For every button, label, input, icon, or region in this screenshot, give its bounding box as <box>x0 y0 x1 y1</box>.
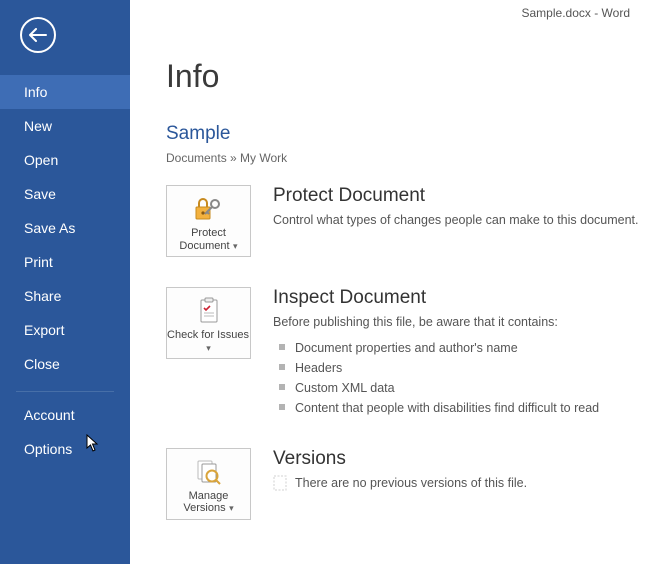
section-body: Versions There are no previous versions … <box>273 448 650 491</box>
section-title: Versions <box>273 448 640 470</box>
nav-item-share[interactable]: Share <box>0 279 130 313</box>
section-desc: Control what types of changes people can… <box>273 212 640 230</box>
main: Sample.docx - Word Info Sample Documents… <box>130 0 650 564</box>
nav-label: New <box>24 118 52 134</box>
breadcrumb: Documents » My Work <box>166 151 650 165</box>
back-button[interactable] <box>20 17 56 53</box>
nav-label: Close <box>24 356 60 372</box>
page-title: Info <box>166 58 650 95</box>
issue-item: Custom XML data <box>273 378 640 398</box>
nav-label: Save As <box>24 220 75 236</box>
cursor-icon <box>86 434 100 455</box>
lock-key-icon <box>194 194 224 224</box>
section-body: Protect Document Control what types of c… <box>273 185 650 230</box>
section-versions: Manage Versions ▾ Versions There are no … <box>166 448 650 520</box>
content: Info Sample Documents » My Work <box>130 0 650 520</box>
nav-item-open[interactable]: Open <box>0 143 130 177</box>
section-inspect: Check for Issues ▾ Inspect Document Befo… <box>166 287 650 418</box>
nav-label: Print <box>24 254 53 270</box>
document-ghost-icon <box>273 475 287 491</box>
nav-item-export[interactable]: Export <box>0 313 130 347</box>
manage-versions-button[interactable]: Manage Versions ▾ <box>166 448 251 520</box>
tile-label: Protect Document ▾ <box>167 227 250 251</box>
issue-item: Headers <box>273 358 640 378</box>
nav: Info New Open Save Save As Print Share E… <box>0 75 130 466</box>
versions-row: There are no previous versions of this f… <box>273 475 640 491</box>
nav-item-new[interactable]: New <box>0 109 130 143</box>
nav-item-save-as[interactable]: Save As <box>0 211 130 245</box>
versions-text: There are no previous versions of this f… <box>295 476 527 490</box>
app-root: Info New Open Save Save As Print Share E… <box>0 0 650 564</box>
versions-icon <box>195 457 223 487</box>
nav-label: Share <box>24 288 61 304</box>
issue-list: Document properties and author's name He… <box>273 338 640 418</box>
nav-label: Account <box>24 407 75 423</box>
back-arrow-icon <box>29 28 47 42</box>
chevron-down-icon: ▾ <box>206 343 211 353</box>
section-protect: Protect Document ▾ Protect Document Cont… <box>166 185 650 257</box>
nav-label: Save <box>24 186 56 202</box>
chevron-down-icon: ▾ <box>231 241 238 251</box>
section-title: Inspect Document <box>273 287 640 309</box>
nav-item-print[interactable]: Print <box>0 245 130 279</box>
nav-separator <box>16 391 114 392</box>
nav-label: Export <box>24 322 64 338</box>
nav-item-info[interactable]: Info <box>0 75 130 109</box>
nav-label: Info <box>24 84 47 100</box>
nav-label: Options <box>24 441 72 457</box>
sidebar: Info New Open Save Save As Print Share E… <box>0 0 130 564</box>
tile-label: Check for Issues ▾ <box>167 329 250 353</box>
chevron-down-icon: ▾ <box>227 503 234 513</box>
nav-item-options[interactable]: Options <box>0 432 130 466</box>
checklist-icon <box>196 296 222 326</box>
protect-document-button[interactable]: Protect Document ▾ <box>166 185 251 257</box>
window-title: Sample.docx - Word <box>522 6 631 20</box>
issue-item: Content that people with disabilities fi… <box>273 398 640 418</box>
nav-item-save[interactable]: Save <box>0 177 130 211</box>
nav-item-close[interactable]: Close <box>0 347 130 381</box>
nav-item-account[interactable]: Account <box>0 398 130 432</box>
tile-label: Manage Versions ▾ <box>167 490 250 514</box>
nav-label: Open <box>24 152 58 168</box>
issue-item: Document properties and author's name <box>273 338 640 358</box>
section-body: Inspect Document Before publishing this … <box>273 287 650 418</box>
section-desc: Before publishing this file, be aware th… <box>273 314 640 332</box>
check-for-issues-button[interactable]: Check for Issues ▾ <box>166 287 251 359</box>
section-title: Protect Document <box>273 185 640 207</box>
document-name: Sample <box>166 123 650 145</box>
